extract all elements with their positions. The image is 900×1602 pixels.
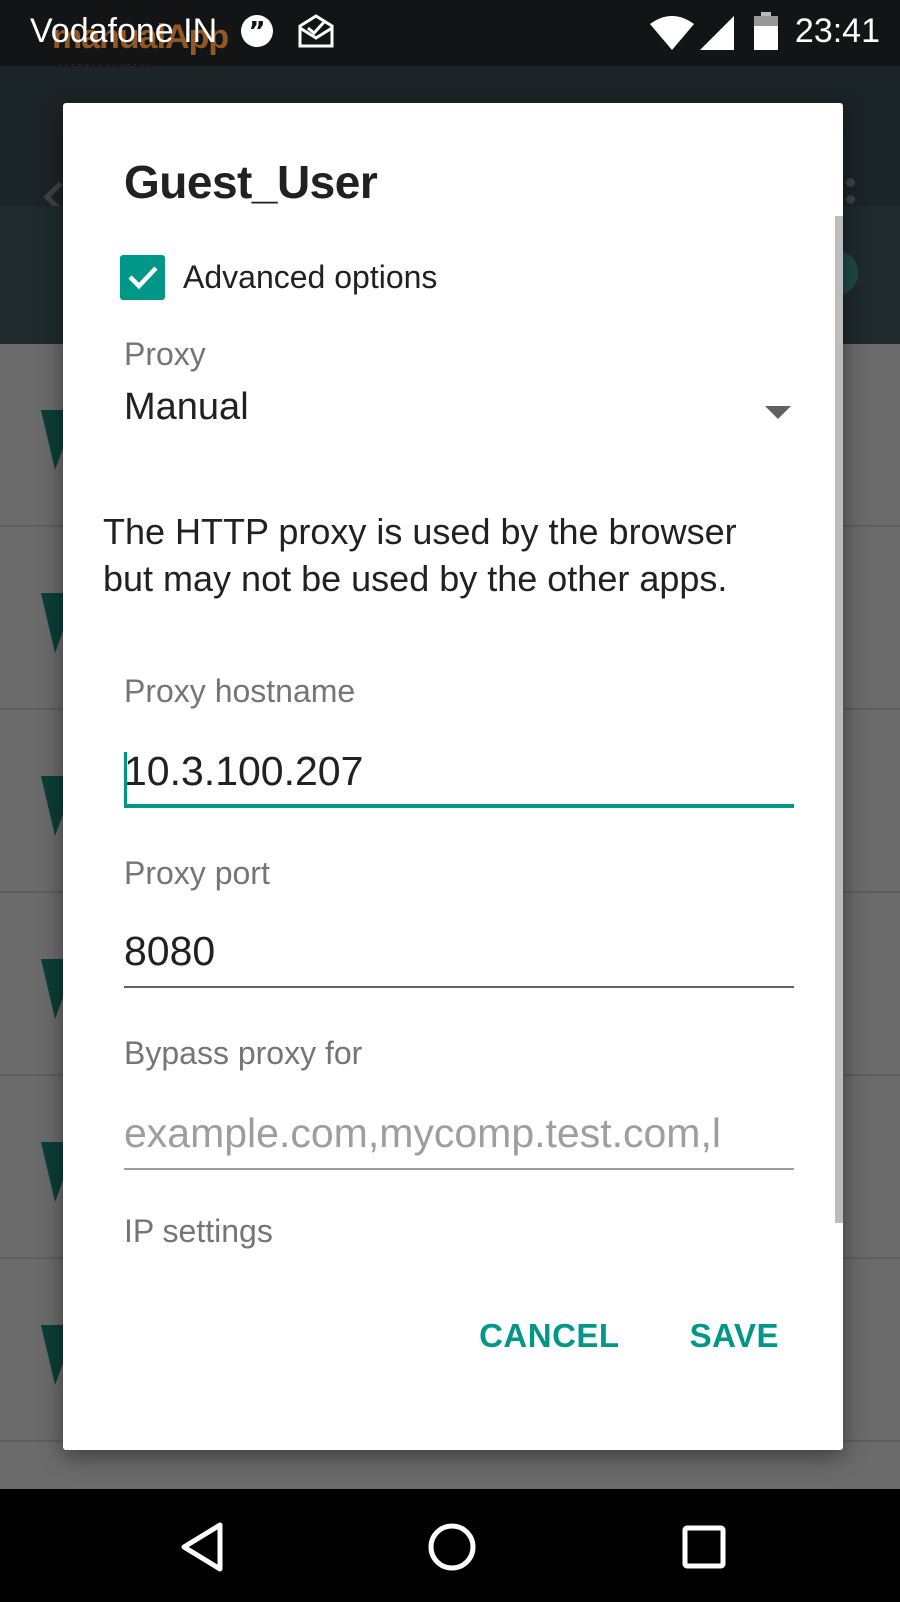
dialog-actions: CANCEL SAVE: [479, 1317, 779, 1355]
bypass-proxy-underline: [124, 1168, 794, 1170]
signal-icon: [700, 16, 734, 55]
proxy-spinner-value[interactable]: Manual: [124, 386, 249, 429]
advanced-options-checkbox-row[interactable]: Advanced options: [120, 253, 437, 301]
svg-text:”: ”: [248, 17, 265, 47]
home-icon[interactable]: [422, 1517, 482, 1577]
network-settings-dialog: Guest_User Advanced options Proxy Manual…: [63, 103, 843, 1450]
advanced-options-label: Advanced options: [183, 258, 438, 295]
proxy-port-label: Proxy port: [124, 855, 270, 891]
proxy-hostname-field[interactable]: 10.3.100.207: [124, 748, 794, 808]
checkmark-icon: [127, 266, 158, 290]
advanced-options-checkbox[interactable]: [120, 254, 165, 300]
proxy-port-underline: [124, 986, 794, 988]
proxy-port-value[interactable]: 8080: [124, 928, 794, 975]
battery-icon: [754, 12, 778, 55]
proxy-port-field[interactable]: 8080: [124, 928, 794, 988]
save-button[interactable]: SAVE: [690, 1317, 779, 1355]
dialog-scrollbar[interactable]: [835, 216, 843, 1223]
proxy-hostname-label: Proxy hostname: [124, 673, 356, 709]
mail-notification-icon: [298, 14, 334, 53]
recents-icon[interactable]: [674, 1517, 734, 1577]
bypass-proxy-field[interactable]: example.com,mycomp.test.com,l: [124, 1110, 794, 1170]
status-clock: 23:41: [794, 12, 880, 50]
proxy-info-text: The HTTP proxy is used by the browser bu…: [103, 511, 737, 599]
proxy-hostname-value[interactable]: 10.3.100.207: [124, 748, 794, 795]
back-icon[interactable]: [172, 1517, 232, 1577]
proxy-label: Proxy: [124, 336, 206, 372]
status-bar: manualApp · · · · · · · · · · · · · · Vo…: [0, 0, 900, 69]
navigation-bar: [0, 1489, 900, 1602]
cancel-button[interactable]: CANCEL: [479, 1317, 620, 1355]
carrier-name: Vodafone IN: [30, 12, 218, 50]
quote-notification-icon: ”: [240, 14, 274, 53]
bypass-proxy-label: Bypass proxy for: [124, 1035, 363, 1071]
bypass-proxy-placeholder[interactable]: example.com,mycomp.test.com,l: [124, 1110, 794, 1157]
wifi-icon: [650, 16, 694, 55]
dropdown-arrow-icon[interactable]: [765, 406, 791, 419]
proxy-hostname-underline: [124, 804, 794, 808]
ip-settings-label: IP settings: [124, 1213, 273, 1249]
text-cursor: [124, 752, 127, 806]
dialog-title: Guest_User: [124, 156, 378, 208]
